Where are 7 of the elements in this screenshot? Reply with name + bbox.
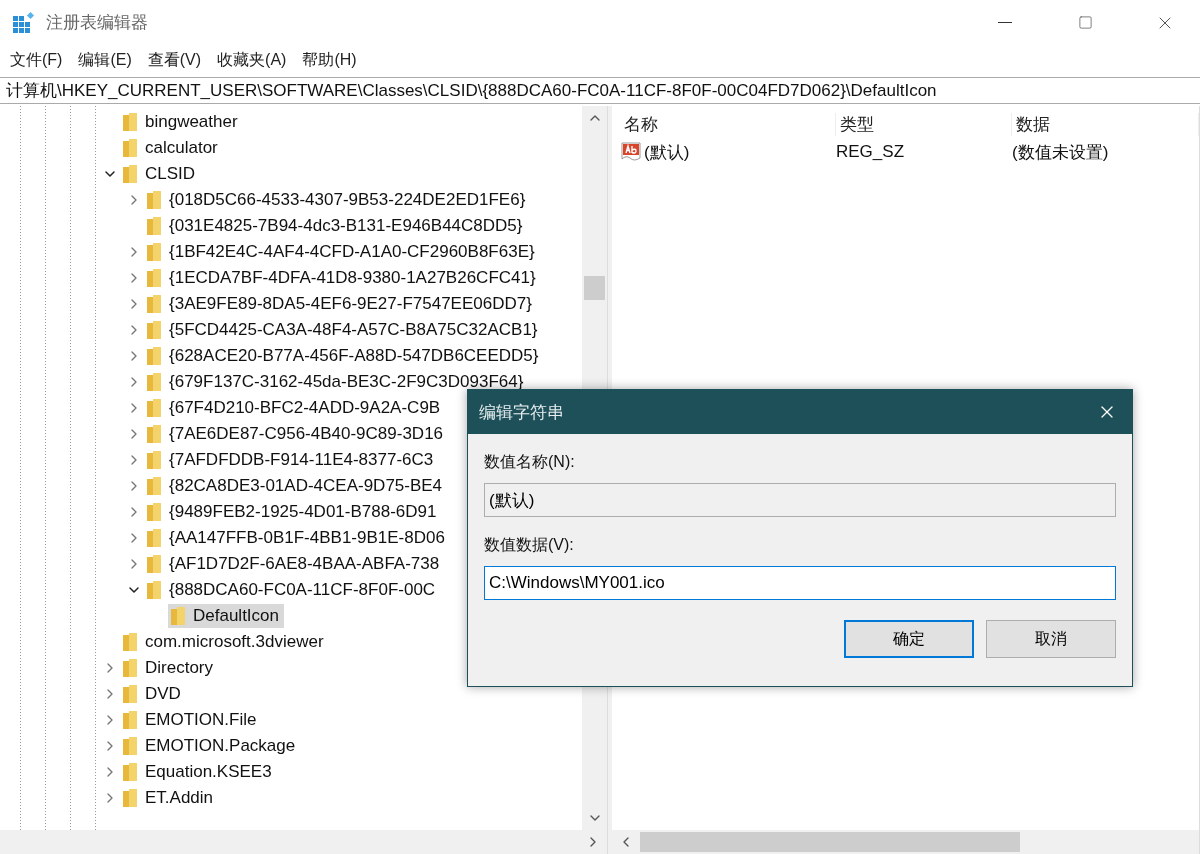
value-type-cell-text: REG_SZ bbox=[836, 142, 906, 162]
dialog-title: 编辑字符串 bbox=[479, 401, 565, 424]
field-label: 数值数据(V): bbox=[484, 535, 575, 555]
field-label: 数值名称(N): bbox=[484, 452, 576, 472]
window-title: 注册表编辑器 bbox=[46, 12, 149, 34]
value-name: (默认) bbox=[644, 141, 690, 164]
value-data-cell-text: (数值未设置) bbox=[1012, 141, 1110, 164]
